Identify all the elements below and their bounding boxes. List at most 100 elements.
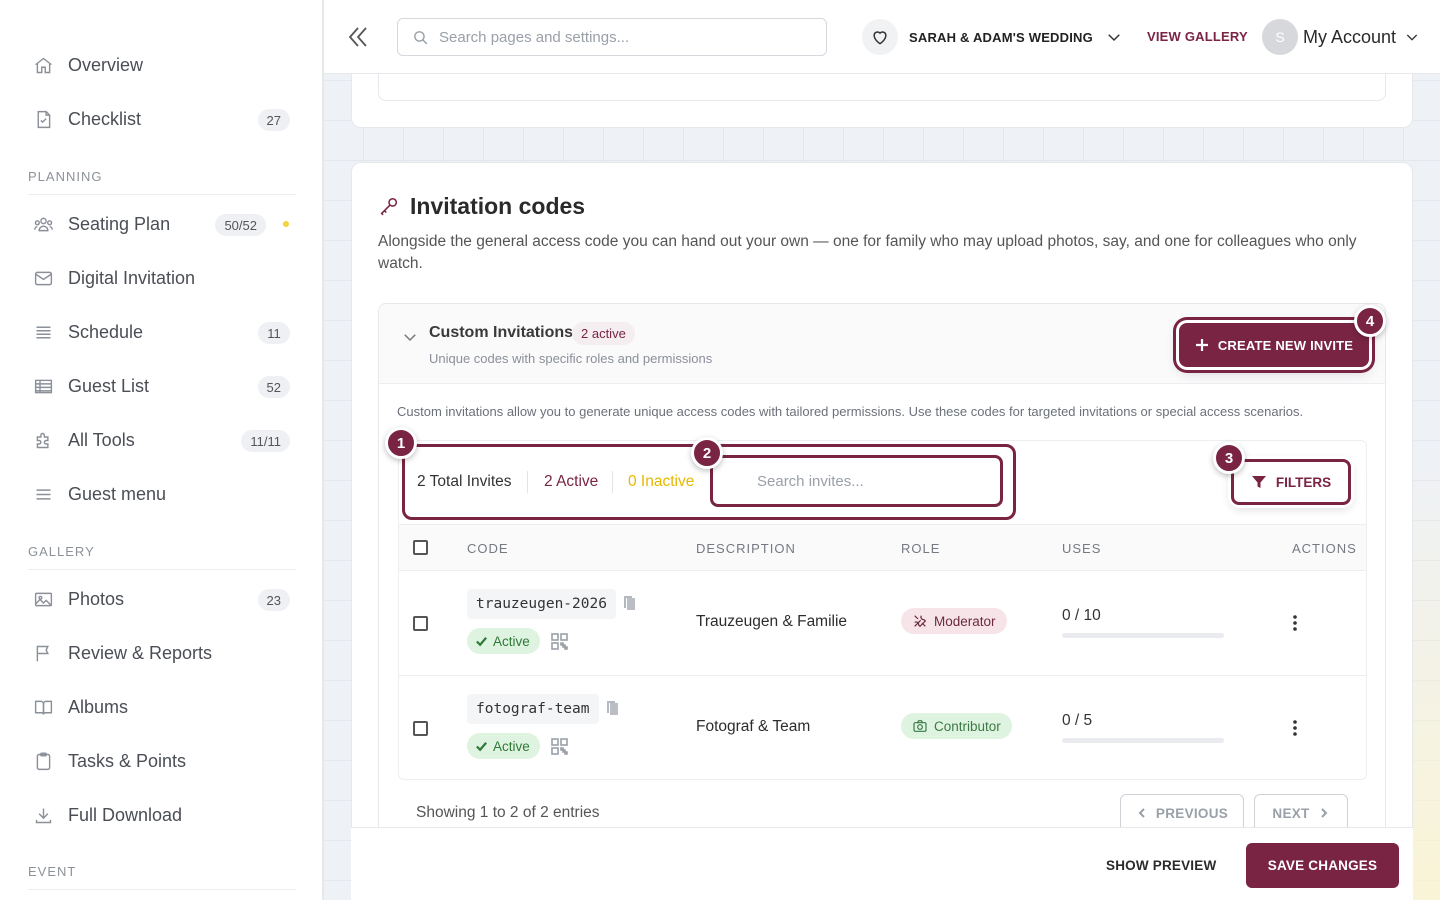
account-menu[interactable]: S My Account: [1262, 19, 1420, 55]
schedule-icon: [32, 321, 54, 343]
search-icon: [414, 30, 428, 44]
count-badge: 11: [258, 322, 290, 344]
sidebar-item-guest-list[interactable]: Guest List 52: [28, 368, 292, 404]
card-title: Invitation codes: [410, 193, 586, 219]
key-icon: [380, 197, 398, 215]
global-search-input[interactable]: [439, 28, 819, 46]
section-label-planning: PLANNING: [28, 169, 296, 195]
table-row: trauzeugen-2026 Active Trauzeugen & Fami…: [399, 571, 1366, 676]
plus-icon: [1195, 339, 1208, 351]
global-search: [397, 18, 827, 56]
download-icon: [32, 804, 54, 826]
count-badge: 27: [257, 109, 290, 131]
sidebar-item-all-tools[interactable]: All Tools 11/11: [28, 422, 292, 458]
uses-progress-bar: [1062, 633, 1224, 638]
avatar: S: [1262, 19, 1298, 55]
count-badge: 50/52: [215, 214, 266, 236]
stat-active-invites: 2 Active: [544, 473, 599, 490]
sidebar-item-label: Seating Plan: [68, 213, 171, 234]
copy-icon[interactable]: [623, 595, 639, 613]
sidebar: Overview Checklist 27 PLANNING Seating P…: [0, 0, 323, 900]
save-changes-button[interactable]: SAVE CHANGES: [1246, 843, 1399, 888]
collapse-sidebar-icon[interactable]: [346, 24, 370, 50]
sidebar-item-label: Guest menu: [68, 483, 167, 504]
sidebar-item-photos[interactable]: Photos 23: [28, 581, 292, 617]
sidebar-item-label: Full Download: [68, 804, 183, 825]
invite-search-input[interactable]: [757, 472, 987, 490]
sidebar-item-label: Overview: [68, 54, 144, 75]
sidebar-item-label: Tasks & Points: [68, 750, 187, 771]
create-button-label: CREATE NEW INVITE: [1217, 337, 1354, 353]
invite-description: Trauzeugen & Familie: [696, 613, 848, 630]
select-all-checkbox[interactable]: [413, 540, 428, 555]
sidebar-item-label: Guest List: [68, 375, 150, 396]
invite-code: fotograf-team: [467, 694, 599, 724]
sidebar-item-tasks-points[interactable]: Tasks & Points: [28, 743, 292, 779]
invite-search: [710, 455, 1003, 507]
role-label: Contributor: [934, 718, 1001, 734]
active-count-badge: 2 active: [572, 322, 635, 345]
stat-divider: [527, 471, 528, 493]
sidebar-item-albums[interactable]: Albums: [28, 689, 292, 725]
previous-label: PREVIOUS: [1155, 805, 1229, 821]
show-preview-button[interactable]: SHOW PREVIEW: [1106, 858, 1216, 873]
checklist-icon: [32, 108, 54, 130]
role-badge: Moderator: [901, 608, 1007, 634]
stat-inactive-invites: 0 Inactive: [628, 473, 695, 490]
puzzle-icon: [32, 429, 54, 451]
chevron-down-icon[interactable]: [401, 328, 419, 346]
sidebar-item-label: Review & Reports: [68, 642, 213, 663]
copy-icon[interactable]: [606, 700, 622, 718]
row-checkbox[interactable]: [413, 721, 428, 736]
sidebar-item-overview[interactable]: Overview: [28, 47, 292, 83]
top-bar: SARAH & ADAM'S WEDDING VIEW GALLERY S My…: [324, 0, 1440, 74]
heart-icon: [862, 19, 898, 55]
filters-button[interactable]: FILTERS: [1231, 459, 1351, 505]
status-badge: Active: [467, 628, 540, 654]
stat-total-invites: 2 Total Invites: [417, 473, 512, 490]
column-header-actions: ACTIONS: [1292, 541, 1357, 556]
event-switcher[interactable]: SARAH & ADAM'S WEDDING: [862, 19, 1123, 55]
qr-code-icon[interactable]: [551, 633, 568, 650]
view-gallery-link[interactable]: VIEW GALLERY: [1147, 29, 1248, 44]
pagination-summary: Showing 1 to 2 of 2 entries: [416, 804, 600, 821]
bottom-action-bar: SHOW PREVIEW SAVE CHANGES: [351, 827, 1413, 900]
more-actions-icon[interactable]: [1292, 719, 1298, 737]
count-badge: 11/11: [241, 430, 290, 452]
column-header-description: DESCRIPTION: [696, 541, 796, 556]
sidebar-item-full-download[interactable]: Full Download: [28, 797, 292, 833]
sidebar-item-guest-menu[interactable]: Guest menu: [28, 476, 292, 512]
account-label: My Account: [1303, 26, 1397, 47]
uses-count: 0 / 5: [1062, 712, 1093, 729]
book-icon: [32, 696, 54, 718]
invites-table: 2 Total Invites 2 Active 0 Inactive FILT…: [398, 440, 1367, 780]
section-label-gallery: GALLERY: [28, 544, 296, 570]
panel-header: Custom Invitations 2 active Unique codes…: [379, 304, 1385, 384]
flag-icon: [32, 642, 54, 664]
sidebar-item-schedule[interactable]: Schedule 11: [28, 314, 292, 350]
home-icon: [32, 54, 54, 76]
invite-description: Fotograf & Team: [696, 718, 811, 735]
invite-code: trauzeugen-2026: [467, 589, 616, 619]
filter-icon: [1251, 476, 1266, 488]
check-icon: [476, 636, 487, 646]
panel-subtitle: Unique codes with specific roles and per…: [429, 351, 713, 366]
more-actions-icon[interactable]: [1292, 614, 1298, 632]
uses-progress-bar: [1062, 738, 1224, 743]
step-marker-2: 2: [691, 437, 723, 469]
custom-invitations-panel: Custom Invitations 2 active Unique codes…: [378, 303, 1386, 843]
table-icon: [32, 375, 54, 397]
filters-button-label: FILTERS: [1275, 474, 1332, 490]
step-marker-4: 4: [1354, 305, 1386, 337]
uses-count: 0 / 10: [1062, 607, 1101, 624]
row-checkbox[interactable]: [413, 616, 428, 631]
sidebar-item-digital-invitation[interactable]: Digital Invitation: [28, 260, 292, 296]
create-new-invite-button[interactable]: CREATE NEW INVITE: [1179, 323, 1369, 367]
column-header-role: ROLE: [901, 541, 941, 556]
sidebar-item-checklist[interactable]: Checklist 27: [28, 101, 292, 137]
sidebar-item-review-reports[interactable]: Review & Reports: [28, 635, 292, 671]
chevron-down-icon: [1108, 34, 1120, 42]
sidebar-item-seating-plan[interactable]: Seating Plan 50/52: [28, 206, 292, 242]
qr-code-icon[interactable]: [551, 738, 568, 755]
event-name: SARAH & ADAM'S WEDDING: [909, 29, 1093, 45]
